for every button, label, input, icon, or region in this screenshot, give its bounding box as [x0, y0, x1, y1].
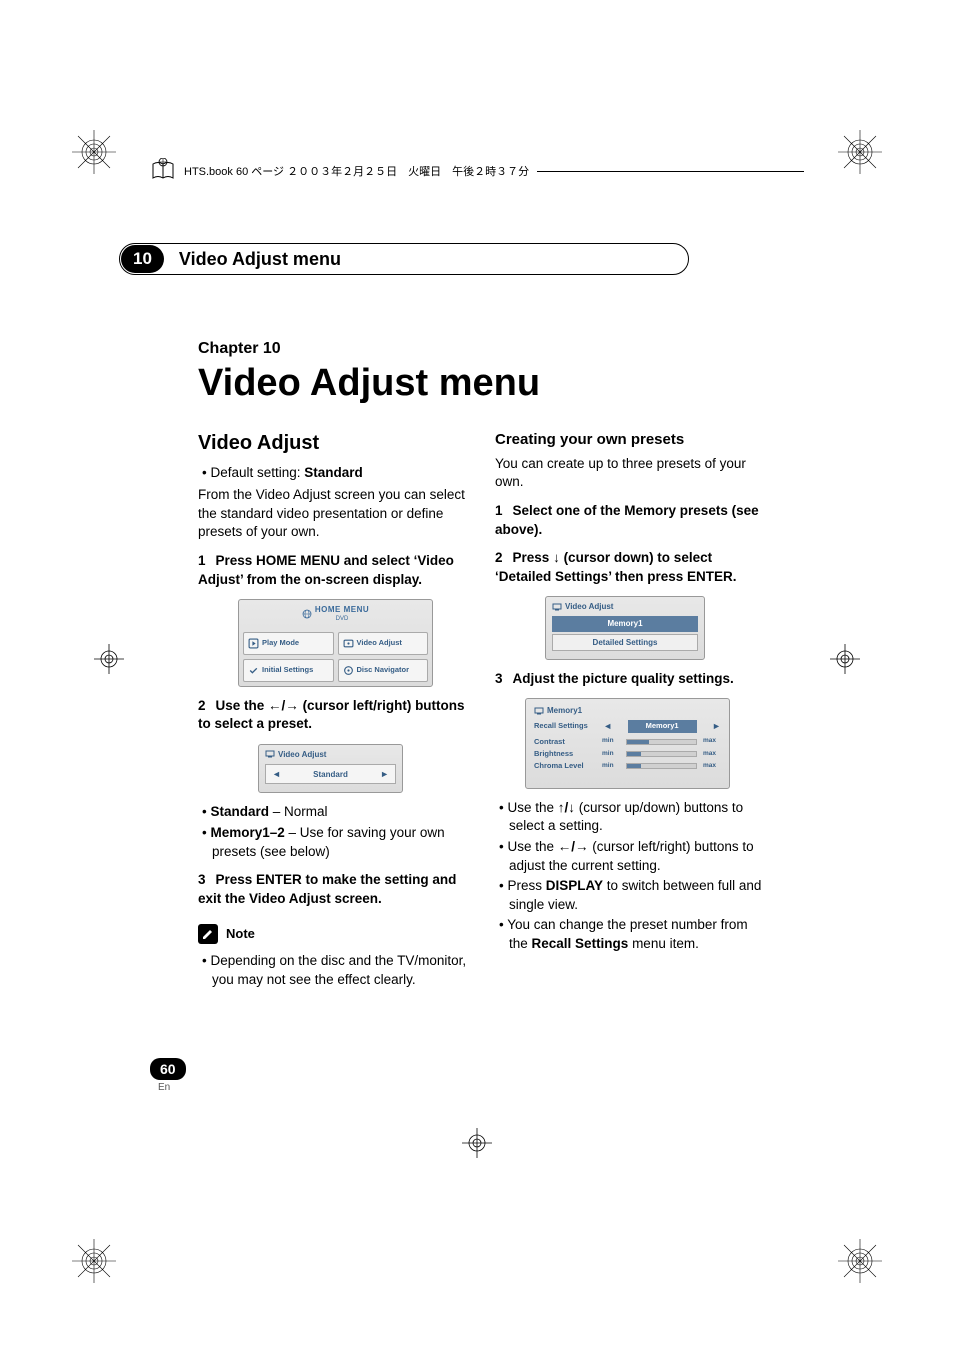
instruction-bullet: Use the ←/→ (cursor left/right) buttons …	[495, 838, 764, 875]
r-step-3: 3Adjust the picture quality settings.	[495, 670, 764, 689]
left-right-arrows-icon: ←/→	[268, 698, 299, 713]
instruction-bullet: You can change the preset number from th…	[495, 916, 764, 953]
print-crosshair-right	[830, 644, 860, 674]
note-text: Depending on the disc and the TV/monitor…	[198, 952, 467, 989]
right-column: Creating your own presets You can create…	[495, 340, 764, 992]
home-menu-disc-navigator: Disc Navigator	[338, 659, 429, 682]
print-header: HTS.book 60 ページ ２００３年２月２５日 火曜日 午後２時３７分	[150, 158, 804, 184]
osd-video-adjust-preset: Video Adjust ◄ Standard ►	[258, 744, 403, 793]
bullet-memory: Memory1–2 – Use for saving your own pres…	[198, 824, 467, 861]
down-arrow-icon: ↓	[553, 550, 560, 565]
memory-selected: Memory1	[552, 616, 698, 631]
page-number: 60	[150, 1058, 186, 1080]
home-menu-title: HOME MENU	[315, 600, 369, 615]
detailed-settings-button: Detailed Settings	[552, 634, 698, 651]
osd-home-menu: HOME MENU DVD Play Mode Video Adjust Ini…	[238, 599, 433, 686]
print-crosshair-bottom	[462, 1128, 492, 1158]
pencil-icon	[198, 924, 218, 944]
recall-settings-label: Recall Settings	[534, 721, 588, 731]
slider-track	[626, 739, 697, 745]
book-icon	[150, 158, 176, 184]
intro-text: From the Video Adjust screen you can sel…	[198, 486, 467, 542]
slider-row: Chroma Level min max	[534, 761, 721, 771]
default-setting: Default setting: Standard	[198, 464, 467, 483]
print-header-rule	[537, 171, 804, 172]
step-2: 2Use the ←/→ (cursor left/right) buttons…	[198, 697, 467, 734]
home-menu-subtitle: DVD	[315, 615, 369, 627]
print-corner-tr	[836, 128, 884, 176]
print-crosshair-left	[94, 644, 124, 674]
print-corner-br	[836, 1237, 884, 1285]
note-heading: Note	[198, 924, 467, 944]
recall-value: Memory1	[628, 720, 697, 732]
bullet-standard: Standard – Normal	[198, 803, 467, 822]
monitor-icon	[552, 602, 562, 612]
print-header-text: HTS.book 60 ページ ２００３年２月２５日 火曜日 午後２時３７分	[184, 163, 529, 179]
section-heading-presets: Creating your own presets	[495, 430, 764, 451]
chapter-bar-title: Video Adjust menu	[165, 245, 355, 274]
home-menu-play-mode: Play Mode	[243, 632, 334, 655]
arrow-right-icon: ►	[712, 720, 721, 732]
globe-icon	[302, 609, 312, 619]
presets-intro: You can create up to three presets of yo…	[495, 455, 764, 492]
monitor-icon	[534, 706, 544, 716]
r-step-2: 2Press ↓ (cursor down) to select ‘Detail…	[495, 549, 764, 586]
slider-row: Brightness min max	[534, 749, 721, 759]
page-language: En	[158, 1082, 170, 1093]
osd-memory-settings: Memory1 Recall Settings ◄ Memory1 ► Cont…	[525, 698, 730, 788]
home-menu-video-adjust: Video Adjust	[338, 632, 429, 655]
r-step-1: 1Select one of the Memory presets (see a…	[495, 502, 764, 539]
slider-row: Contrast min max	[534, 737, 721, 747]
print-corner-bl	[70, 1237, 118, 1285]
slider-track	[626, 751, 697, 757]
home-menu-initial-settings: Initial Settings	[243, 659, 334, 682]
chapter-number-badge: 10	[121, 245, 164, 273]
section-heading-video-adjust: Video Adjust	[198, 430, 467, 458]
slider-track	[626, 763, 697, 769]
instruction-bullet: Press DISPLAY to switch between full and…	[495, 877, 764, 914]
arrow-left-icon: ◄	[603, 720, 612, 732]
print-corner-tl	[70, 128, 118, 176]
left-column: Video Adjust Default setting: Standard F…	[198, 340, 467, 992]
instruction-bullet: Use the ↑/↓ (cursor up/down) buttons to …	[495, 799, 764, 836]
step-3: 3Press ENTER to make the setting and exi…	[198, 871, 467, 908]
monitor-icon	[265, 749, 275, 759]
preset-value: Standard	[313, 769, 348, 780]
arrow-left-icon: ◄	[272, 768, 281, 780]
step-1: 1Press HOME MENU and select ‘Video Adjus…	[198, 552, 467, 589]
chapter-bar: 10 Video Adjust menu	[119, 243, 689, 275]
osd-video-adjust-memory: Video Adjust Memory1 Detailed Settings	[545, 596, 705, 659]
arrow-right-icon: ►	[380, 768, 389, 780]
